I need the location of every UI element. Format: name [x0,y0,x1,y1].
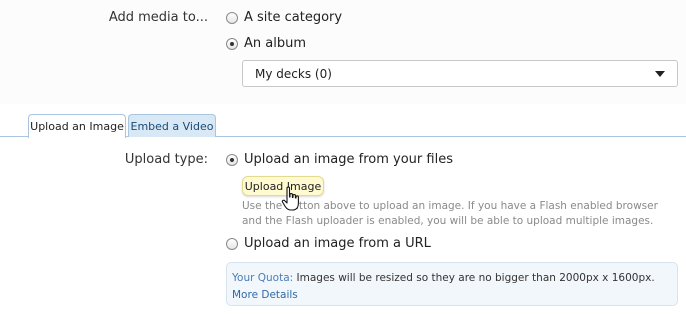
radio-button-checked-icon[interactable] [226,37,238,50]
radio-site-category-label: A site category [244,10,343,25]
radio-button-icon[interactable] [226,11,238,24]
quota-text: Images will be resized so they are no bi… [293,272,655,284]
quota-notice: Your Quota: Images will be resized so th… [226,262,678,306]
hand-pointer-cursor-icon [281,186,299,211]
radio-button-icon[interactable] [226,237,238,250]
dropdown-caret-icon[interactable] [655,70,665,77]
radio-album[interactable]: An album [226,36,306,51]
tab-upload-image-label: Upload an Image [30,120,124,133]
add-media-label: Add media to... [108,10,208,25]
tab-embed-video-label: Embed a Video [130,119,214,133]
radio-upload-from-url[interactable]: Upload an image from a URL [226,236,431,251]
upload-type-label: Upload type: [124,152,208,167]
tab-upload-image[interactable]: Upload an Image [28,114,126,138]
radio-site-category[interactable]: A site category [226,10,342,25]
more-details-link[interactable]: More Details [232,289,298,301]
radio-upload-from-files-label: Upload an image from your files [244,152,453,167]
radio-button-checked-icon[interactable] [226,153,238,166]
radio-upload-from-url-label: Upload an image from a URL [244,236,431,251]
album-select-value: My decks (0) [255,66,332,81]
radio-upload-from-files[interactable]: Upload an image from your files [226,152,453,167]
quota-label: Your Quota: [232,272,294,284]
upload-hint-text: Use the button above to upload an image.… [242,200,658,227]
album-select[interactable]: My decks (0) [242,60,678,87]
tab-embed-video[interactable]: Embed a Video [128,114,216,137]
radio-album-label: An album [244,36,306,51]
